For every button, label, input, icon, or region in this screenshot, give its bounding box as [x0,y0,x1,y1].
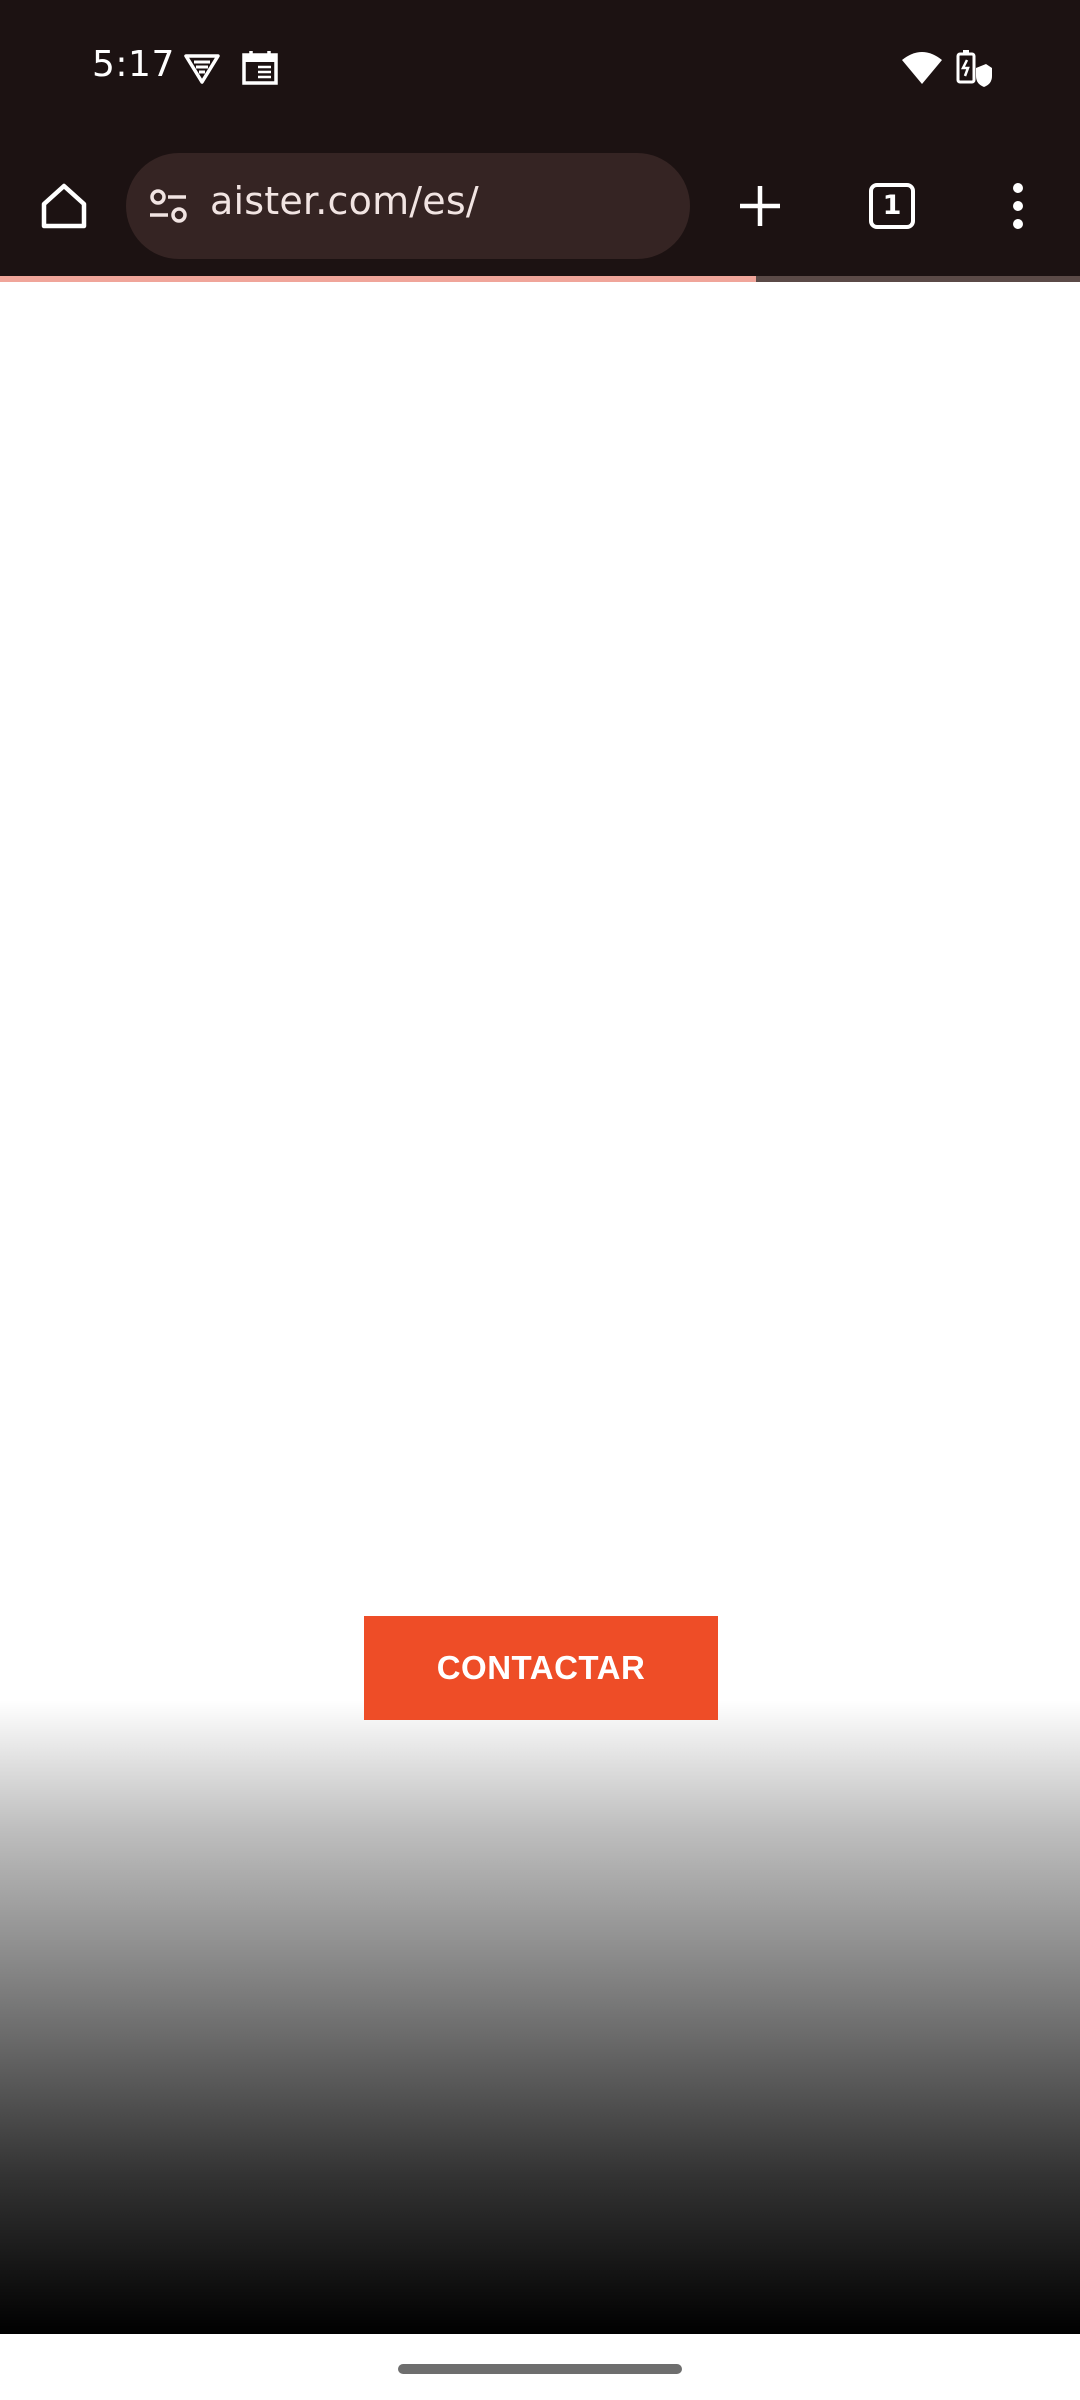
tab-count: 1 [882,190,902,221]
tab-switcher-button[interactable]: 1 [852,166,932,246]
status-bar: 5:17 [0,0,1080,134]
wifi-icon [900,48,944,88]
address-bar[interactable]: aister.com/es/ [126,153,690,259]
battery-icon [954,48,994,88]
gesture-handle[interactable] [398,2364,682,2374]
loading-gradient-overlay [0,1700,1080,2334]
tab-switcher-icon: 1 [867,181,917,231]
browser-toolbar: aister.com/es/ 1 [0,134,1080,278]
home-button[interactable] [24,166,104,246]
contact-button[interactable]: CONTACTAR [364,1616,718,1720]
system-nav-bar [0,2334,1080,2400]
vpn-shield-icon [182,48,222,88]
more-menu-icon [1013,183,1023,229]
url-text[interactable]: aister.com/es/ [210,179,479,223]
calendar-icon [240,48,280,88]
status-time: 5:17 [92,44,175,85]
new-tab-icon [740,186,780,226]
home-icon [41,183,87,229]
new-tab-button[interactable] [720,166,800,246]
more-menu-button[interactable] [978,166,1058,246]
site-settings-icon[interactable] [144,181,194,231]
